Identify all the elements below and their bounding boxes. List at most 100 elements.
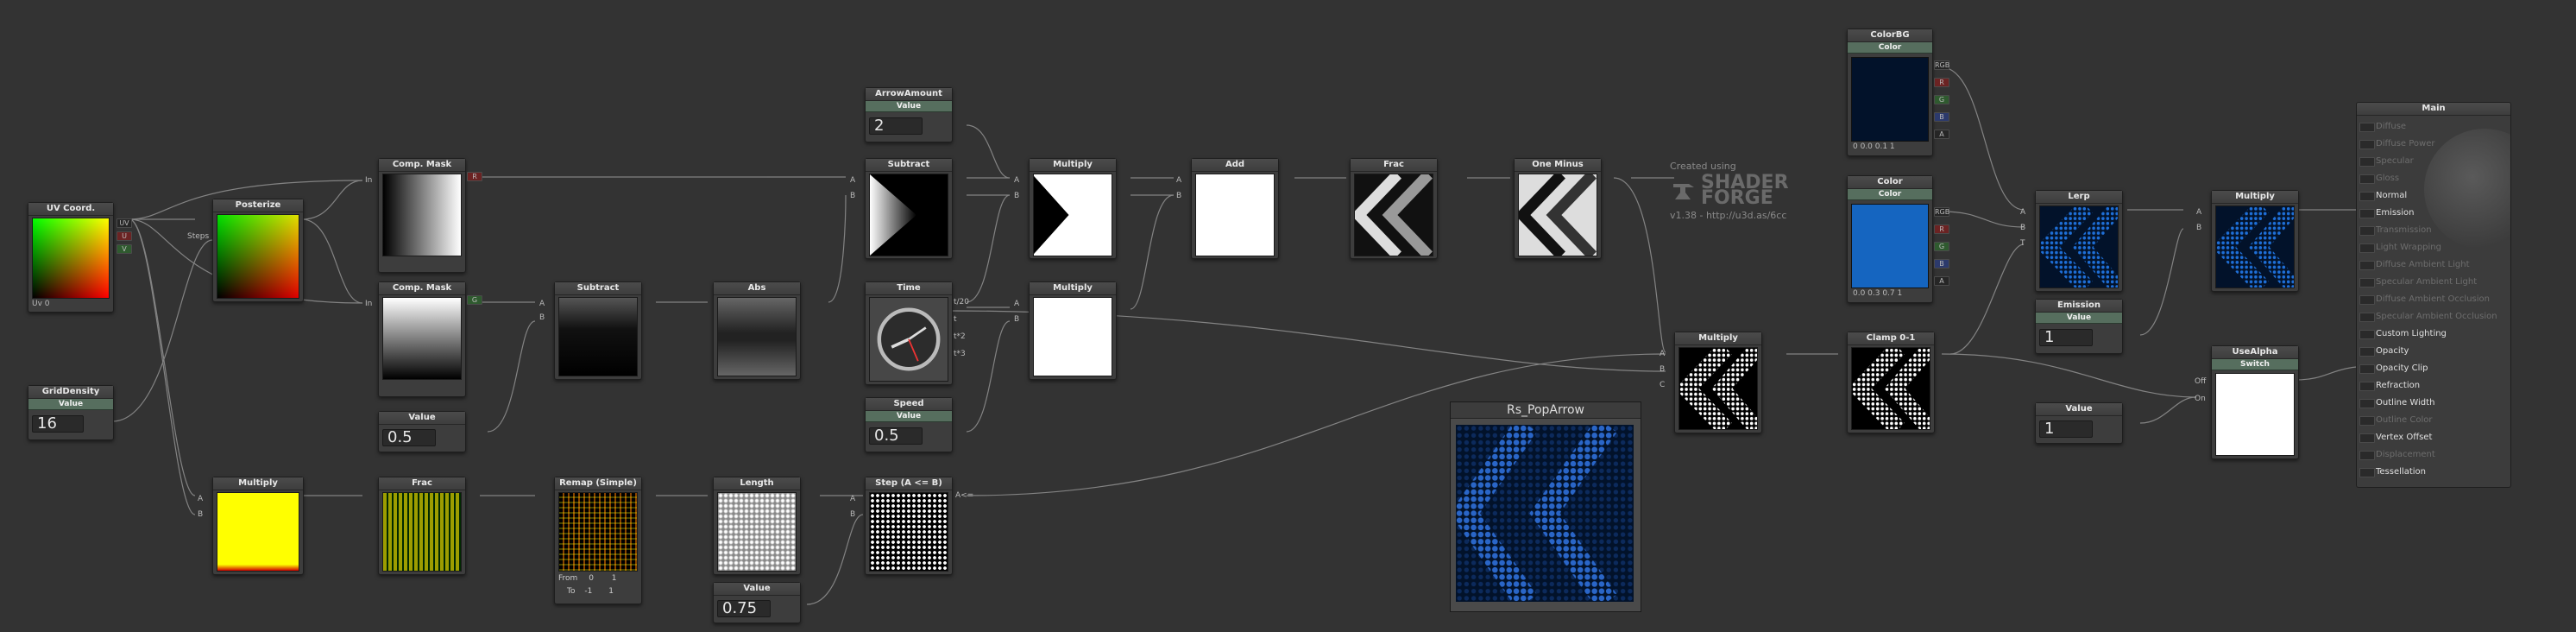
main-input-port[interactable]: [2359, 140, 2375, 149]
r-output-port[interactable]: R: [467, 172, 482, 181]
main-input-port[interactable]: [2359, 330, 2375, 339]
grid-density-value-field[interactable]: 16: [32, 415, 84, 433]
main-input-port[interactable]: [2359, 174, 2375, 184]
arrow-amount-node[interactable]: ArrowAmount Value 2: [865, 87, 953, 142]
color-swatch[interactable]: [1851, 57, 1929, 142]
main-input-port[interactable]: [2359, 433, 2375, 443]
speed-node[interactable]: Speed Value 0.5: [865, 397, 953, 452]
main-input-port[interactable]: [2359, 468, 2375, 477]
clamp-node[interactable]: Clamp 0-1: [1847, 332, 1935, 433]
value-node-075[interactable]: Value 0.75: [713, 582, 801, 623]
main-input-port[interactable]: [2359, 226, 2375, 236]
b-output-port[interactable]: B: [1934, 112, 1949, 122]
uv-coord-node[interactable]: UV Coord. Uv 0 UV U V: [28, 202, 132, 313]
value-node-one[interactable]: Value 1: [2035, 402, 2123, 444]
a-output-port[interactable]: A: [1934, 276, 1949, 286]
from-max-field[interactable]: 1: [612, 574, 617, 583]
g-output-port[interactable]: G: [467, 295, 482, 305]
subtract-node-2[interactable]: Subtract A B: [850, 158, 953, 259]
main-input-port[interactable]: [2359, 451, 2375, 460]
main-input-port[interactable]: [2359, 278, 2375, 288]
main-input-port[interactable]: [2359, 399, 2375, 408]
main-input-port[interactable]: [2359, 313, 2375, 322]
r-output-port[interactable]: R: [1934, 224, 1949, 234]
multiply-node-combine[interactable]: Multiply A B C: [1660, 332, 1762, 433]
main-input-label: Diffuse Ambient Light: [2376, 260, 2470, 269]
a-output-port[interactable]: A: [1934, 130, 1949, 139]
add-node[interactable]: Add A B: [1176, 158, 1279, 259]
remap-to-row[interactable]: To -1 1: [558, 587, 614, 596]
uv-output-port[interactable]: UV: [117, 218, 132, 228]
main-input-port[interactable]: [2359, 364, 2375, 374]
main-input-port[interactable]: [2359, 123, 2375, 132]
abs-node[interactable]: Abs: [713, 281, 801, 380]
value-field[interactable]: 0.5: [382, 429, 436, 446]
frac-node-bottom[interactable]: Frac: [378, 477, 466, 575]
rgb-output-port[interactable]: RGB: [1934, 207, 1949, 217]
main-input-port[interactable]: [2359, 261, 2375, 270]
b-output-port[interactable]: B: [1934, 259, 1949, 269]
use-alpha-node[interactable]: UseAlpha Switch Off On: [2195, 345, 2299, 459]
remap-node[interactable]: Remap (Simple) From 0 1 To -1 1: [554, 477, 642, 604]
value-node-half[interactable]: Value 0.5: [378, 411, 466, 452]
main-input-port[interactable]: [2359, 416, 2375, 426]
to-max-field[interactable]: 1: [608, 587, 614, 596]
main-input-port[interactable]: [2359, 209, 2375, 218]
emission-value-field[interactable]: 1: [2039, 329, 2093, 346]
multiply-node-grid[interactable]: Multiply A B: [198, 477, 304, 575]
comp-mask-r-node[interactable]: Comp. Mask In R: [365, 158, 482, 273]
main-input-port[interactable]: [2359, 382, 2375, 391]
time-node[interactable]: Time t/20 t t*2 t*3: [865, 281, 969, 385]
step-node[interactable]: Step (A <= B) A B A<=: [850, 477, 973, 575]
multiply-node-final[interactable]: Multiply A B: [2196, 190, 2299, 292]
material-preview-window[interactable]: Rs_PopArrow: [1450, 401, 1641, 612]
to-min-field[interactable]: -1: [584, 587, 592, 596]
t-output-label: t: [954, 315, 957, 324]
value-field[interactable]: 0.75: [717, 600, 771, 617]
value-field[interactable]: 1: [2039, 420, 2093, 438]
g-output-port[interactable]: G: [1934, 242, 1949, 251]
r-output-port[interactable]: R: [1934, 78, 1949, 87]
node-type-label: Color: [1848, 42, 1932, 54]
u-output-port[interactable]: U: [117, 231, 132, 241]
node-title: Comp. Mask: [379, 282, 465, 295]
main-input-port[interactable]: [2359, 243, 2375, 253]
color-values[interactable]: 0.0 0.3 0.7 1: [1853, 289, 1902, 298]
colorbg-node[interactable]: ColorBG Color 0 0.0 0.1 1 RGB R G B A: [1847, 28, 1949, 156]
uv-channel-field[interactable]: Uv 0: [32, 300, 110, 308]
comp-mask-g-node[interactable]: Comp. Mask In G: [365, 281, 482, 397]
rgb-output-port[interactable]: RGB: [1934, 60, 1949, 70]
main-input-port[interactable]: [2359, 295, 2375, 305]
version-link[interactable]: v1.38 - http://u3d.as/6cc: [1670, 210, 1789, 221]
gradient-wedge: [870, 174, 916, 256]
main-input-port[interactable]: [2359, 157, 2375, 167]
node-type-label: Color: [1848, 189, 1932, 200]
one-minus-node[interactable]: One Minus: [1514, 158, 1602, 260]
color-node[interactable]: Color Color 0.0 0.3 0.7 1 RGB R G B A: [1847, 175, 1949, 303]
arrow-amount-value-field[interactable]: 2: [869, 117, 923, 135]
steps-port-label: Steps: [187, 232, 210, 241]
length-node[interactable]: Length: [713, 477, 801, 575]
main-input-port[interactable]: [2359, 192, 2375, 201]
speed-value-field[interactable]: 0.5: [869, 427, 923, 445]
from-min-field[interactable]: 0: [589, 574, 594, 583]
subtract-node-1[interactable]: Subtract A B: [539, 281, 642, 380]
posterize-node[interactable]: Posterize Steps: [187, 199, 304, 302]
lerp-node[interactable]: Lerp A B T: [2020, 190, 2123, 292]
multiply-node-top[interactable]: Multiply A B: [1014, 158, 1117, 259]
remap-from-row[interactable]: From 0 1: [558, 574, 617, 583]
main-title: Main: [2357, 103, 2510, 116]
multiply-combine-preview: [1678, 347, 1758, 430]
color-swatch[interactable]: [1851, 204, 1929, 288]
grid-density-node[interactable]: GridDensity Value 16: [28, 385, 114, 440]
main-input-label: Transmission: [2376, 225, 2432, 235]
g-output-port[interactable]: G: [1934, 95, 1949, 104]
multiply-node-mid[interactable]: Multiply A B: [1014, 281, 1117, 380]
main-output-node[interactable]: Main Diffuse Diffuse Power Specular Gloss No…: [2356, 102, 2511, 488]
emission-node[interactable]: Emission Value 1: [2035, 299, 2123, 354]
v-output-port[interactable]: V: [117, 244, 132, 254]
color-values[interactable]: 0 0.0 0.1 1: [1853, 142, 1895, 151]
frac-node-top[interactable]: Frac: [1350, 158, 1438, 260]
main-input-port[interactable]: [2359, 347, 2375, 357]
node-canvas[interactable]: UV Coord. Uv 0 UV U V GridDensity Value …: [0, 0, 2576, 632]
